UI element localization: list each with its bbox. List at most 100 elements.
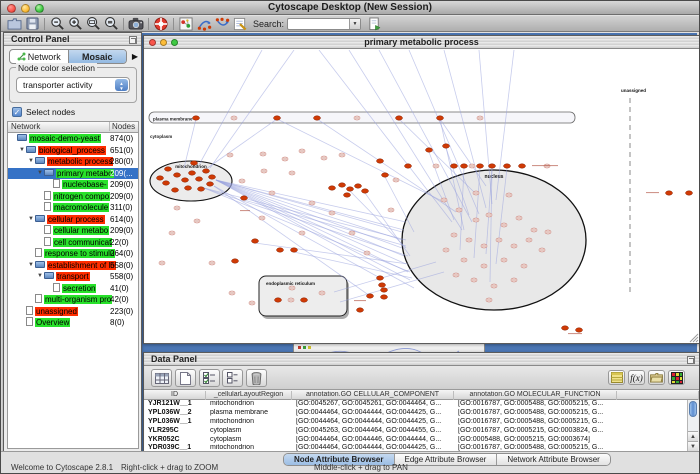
network-node-selected[interactable]	[405, 164, 412, 168]
zoom-fit-icon[interactable]	[102, 16, 120, 31]
network-node-selected[interactable]	[203, 169, 210, 173]
tree-row[interactable]: cellular metabo209(0)	[8, 225, 138, 237]
zoom-in-icon[interactable]	[66, 16, 84, 31]
network-node-selected[interactable]	[666, 191, 673, 195]
network-node-selected[interactable]	[377, 159, 384, 163]
network-node-selected[interactable]	[252, 239, 259, 243]
network-node-selected[interactable]	[182, 178, 189, 182]
disclosure-triangle-icon[interactable]: ▼	[27, 260, 35, 272]
network-node-selected[interactable]	[193, 116, 200, 120]
open-icon[interactable]	[5, 16, 23, 31]
table-row[interactable]: YPL036W__2plasma membrane[GO:0044464, GO…	[144, 409, 687, 418]
network-node-selected[interactable]	[207, 182, 214, 186]
attribute-editor-icon[interactable]	[608, 370, 625, 385]
table-row[interactable]: YJR121W__1mitochondrion[GO:0045267, GO:0…	[144, 400, 687, 409]
scrollbar-thumb[interactable]	[689, 401, 697, 417]
column-header-cellular-component[interactable]: annotation.GO CELLULAR_COMPONENT	[292, 391, 454, 400]
network-node-selected[interactable]	[426, 148, 433, 152]
float-panel-icon[interactable]	[687, 356, 695, 364]
tree-header-network[interactable]: Network	[11, 122, 40, 131]
tree-row[interactable]: ▼metabolic process280(0)	[8, 156, 138, 168]
table-row[interactable]: YKR052Ccytoplasm[GO:0044464, GO:0044446,…	[144, 436, 687, 445]
network-node-selected[interactable]	[437, 116, 444, 120]
combobox-stepper-icon[interactable]: ▲▼	[115, 79, 128, 91]
table-row[interactable]: YLR295Ccytoplasm[GO:0045263, GO:0044464,…	[144, 427, 687, 436]
tree-row[interactable]: macromolecule311(0)	[8, 202, 138, 214]
network-node-selected[interactable]	[165, 167, 172, 171]
network-node-selected[interactable]	[396, 116, 403, 120]
network-node-selected[interactable]	[381, 288, 388, 292]
network-node-selected[interactable]	[382, 173, 389, 177]
disclosure-triangle-icon[interactable]: ▼	[18, 145, 26, 157]
network-node-selected[interactable]	[329, 186, 336, 190]
network-node-selected[interactable]	[339, 183, 346, 187]
help-icon[interactable]	[152, 16, 170, 31]
network-node-selected[interactable]	[379, 283, 386, 287]
network-node-selected[interactable]	[504, 164, 511, 168]
node-color-combobox[interactable]: transporter activity ▲▼	[16, 77, 130, 93]
network-node-selected[interactable]	[172, 188, 179, 192]
column-header-region[interactable]: _cellularLayoutRegion	[206, 391, 292, 400]
network-window-titlebar[interactable]: primary metabolic process	[144, 36, 699, 49]
vizmapper-icon[interactable]	[177, 16, 195, 31]
disclosure-triangle-icon[interactable]: ▼	[36, 168, 44, 180]
network-node-selected[interactable]	[451, 164, 458, 168]
zoom-region-icon[interactable]	[84, 16, 102, 31]
annotation-icon[interactable]	[231, 16, 249, 31]
network-node-selected[interactable]	[377, 276, 384, 280]
data-table[interactable]: YJR121W__1mitochondrion[GO:0045267, GO:0…	[144, 400, 687, 451]
tree-row[interactable]: ▼cellular process614(0)	[8, 214, 138, 226]
control-panel[interactable]: Control Panel Network Mosaic ▶ Node colo…	[3, 32, 142, 453]
network-node-selected[interactable]	[489, 164, 496, 168]
tree-row[interactable]: ▼primary metabo209(...	[8, 168, 138, 180]
network-node-selected[interactable]	[461, 164, 468, 168]
tab-mosaic[interactable]: Mosaic	[68, 50, 127, 63]
data-panel-window[interactable]: Data Panel f(x) ID _cellularLayoutRegion…	[143, 352, 700, 453]
snapshot-icon[interactable]	[127, 16, 145, 31]
tree-row[interactable]: cell communicat22(0)	[8, 237, 138, 249]
network-node-selected[interactable]	[157, 176, 164, 180]
network-node-selected[interactable]	[163, 181, 170, 185]
tab-network-attribute-browser[interactable]: Network Attribute Browser	[496, 454, 609, 465]
network-node-selected[interactable]	[686, 191, 693, 195]
network-node-selected[interactable]	[344, 193, 351, 197]
network-node-selected[interactable]	[241, 196, 248, 200]
tree-row[interactable]: response to stimulu264(0)	[8, 248, 138, 260]
network-node-selected[interactable]	[477, 164, 484, 168]
network-node-selected[interactable]	[185, 186, 192, 190]
resize-grip-icon[interactable]	[690, 334, 698, 342]
plugin-icon[interactable]	[365, 16, 383, 31]
network-node-selected[interactable]	[355, 184, 362, 188]
tree-row[interactable]: unassigned223(0)	[8, 306, 138, 318]
network-node-selected[interactable]	[301, 298, 308, 302]
scroll-down-icon[interactable]: ▼	[688, 441, 698, 451]
disclosure-triangle-icon[interactable]: ▼	[27, 156, 35, 168]
tree-row[interactable]: Overview8(0)	[8, 317, 138, 329]
network-canvas[interactable]: plasma membrane cytoplasm mitochondrion …	[144, 50, 699, 343]
vertical-scrollbar[interactable]: ▲ ▼	[687, 400, 698, 451]
network-node-selected[interactable]	[576, 328, 583, 332]
network-node-selected[interactable]	[232, 259, 239, 263]
network-node-selected[interactable]	[275, 298, 282, 302]
network-node-selected[interactable]	[196, 177, 203, 181]
column-header-id[interactable]: ID	[144, 391, 206, 400]
zoom-out-icon[interactable]	[48, 16, 66, 31]
search-combobox[interactable]: ▼	[287, 18, 361, 30]
network-node-selected[interactable]	[277, 248, 284, 252]
select-attributes-icon[interactable]	[199, 369, 220, 387]
select-nodes-checkbox[interactable]: ✓	[12, 107, 22, 117]
network-node-selected[interactable]	[347, 187, 354, 191]
table-row[interactable]: YPL036W__1mitochondrion[GO:0044464, GO:0…	[144, 418, 687, 427]
network-node-selected[interactable]	[314, 116, 321, 120]
network-node-selected[interactable]	[443, 144, 450, 148]
tab-edge-attribute-browser[interactable]: Edge Attribute Browser	[394, 454, 497, 465]
network-node-selected[interactable]	[519, 164, 526, 168]
network-window[interactable]: primary metabolic process plasma membran…	[143, 35, 700, 344]
network-node-selected[interactable]	[381, 295, 388, 299]
column-header-molecular-function[interactable]: annotation.GO MOLECULAR_FUNCTION	[454, 391, 617, 400]
window-titlebar[interactable]: Cytoscape Desktop (New Session)	[1, 1, 699, 15]
tree-row[interactable]: nitrogen compo209(0)	[8, 191, 138, 203]
table-icon[interactable]	[151, 369, 172, 387]
tab-network[interactable]: Network	[10, 50, 68, 63]
network-node-selected[interactable]	[367, 294, 374, 298]
